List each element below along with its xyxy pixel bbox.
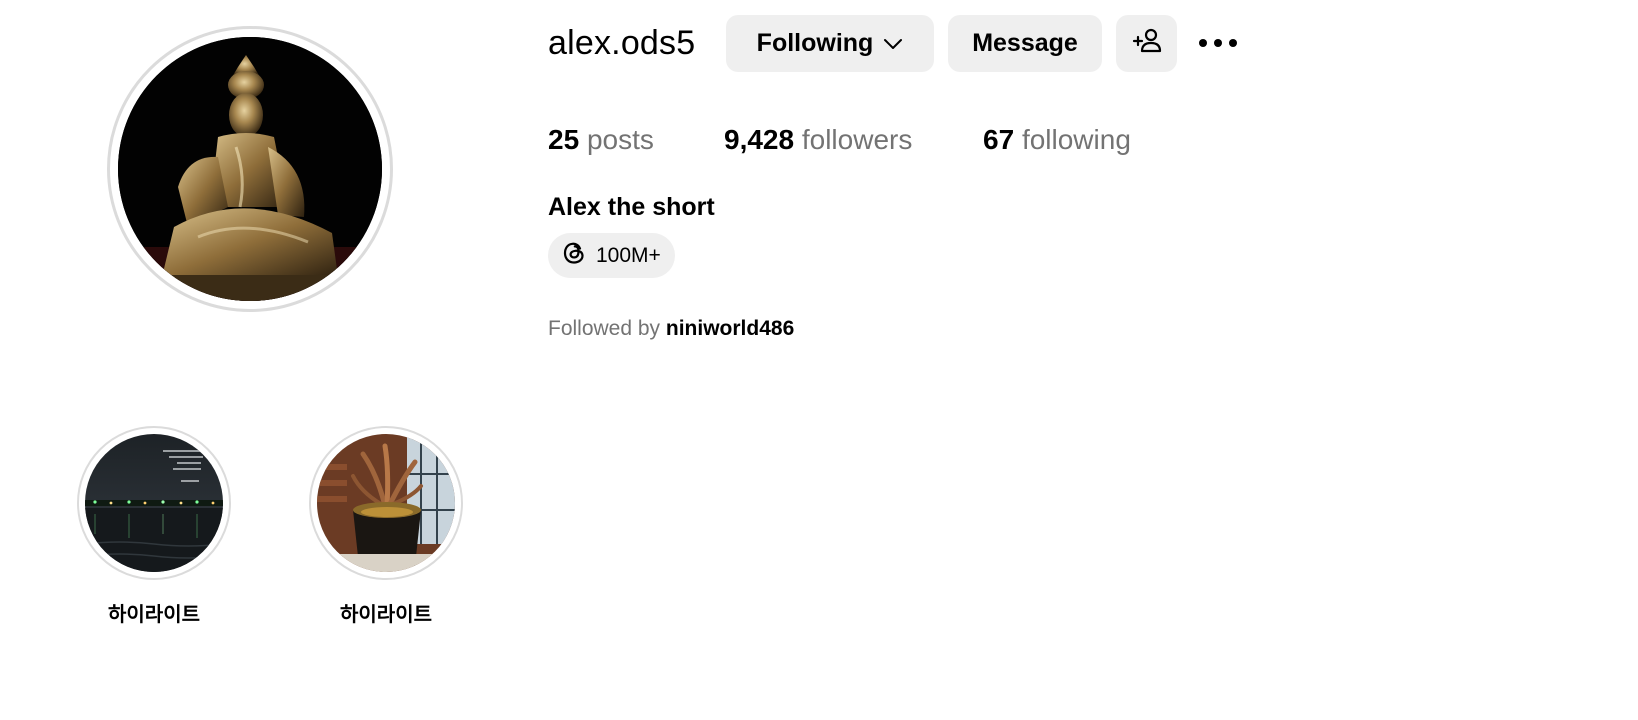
add-person-icon — [1132, 27, 1162, 60]
following-label: following — [1021, 124, 1131, 155]
following-link[interactable]: 67 following — [983, 120, 1131, 160]
highlight-ring — [309, 426, 463, 580]
followed-by-prefix: Followed by — [548, 317, 666, 340]
profile-avatar[interactable] — [107, 26, 393, 312]
story-highlight[interactable]: 하이라이트 — [76, 426, 232, 628]
profile-username: alex.ods5 — [548, 24, 696, 62]
profile-full-name: Alex the short — [548, 193, 715, 221]
followers-link[interactable]: 9,428 followers — [724, 120, 912, 160]
posts-number: 25 — [548, 124, 580, 155]
followers-number: 9,428 — [724, 124, 795, 155]
avatar-image — [118, 37, 382, 301]
posts-label: posts — [586, 124, 654, 155]
message-button[interactable]: Message — [948, 15, 1102, 72]
more-options-button[interactable] — [1196, 24, 1240, 64]
followed-by-user-link[interactable]: niniworld486 — [666, 317, 794, 340]
wooden-sculpture-photo — [317, 434, 455, 572]
suggest-similar-button[interactable] — [1116, 15, 1177, 72]
story-highlight[interactable]: 하이라이트 — [308, 426, 464, 628]
threads-follower-count: 100M+ — [596, 243, 661, 267]
following-number: 67 — [983, 124, 1015, 155]
followers-label: followers — [801, 124, 913, 155]
threads-icon — [560, 239, 588, 272]
highlight-label: 하이라이트 — [108, 602, 200, 626]
threads-badge[interactable]: 100M+ — [548, 233, 675, 278]
followed-by-text: Followed by niniworld486 — [548, 314, 794, 344]
following-button-label: Following — [756, 29, 874, 57]
posts-count: 25 posts — [548, 120, 654, 160]
night-river-photo — [85, 434, 223, 572]
chevron-down-icon — [883, 38, 903, 50]
highlight-ring — [77, 426, 231, 580]
highlight-label: 하이라이트 — [340, 602, 432, 626]
following-button[interactable]: Following — [726, 15, 934, 72]
more-options-icon — [1198, 35, 1238, 53]
